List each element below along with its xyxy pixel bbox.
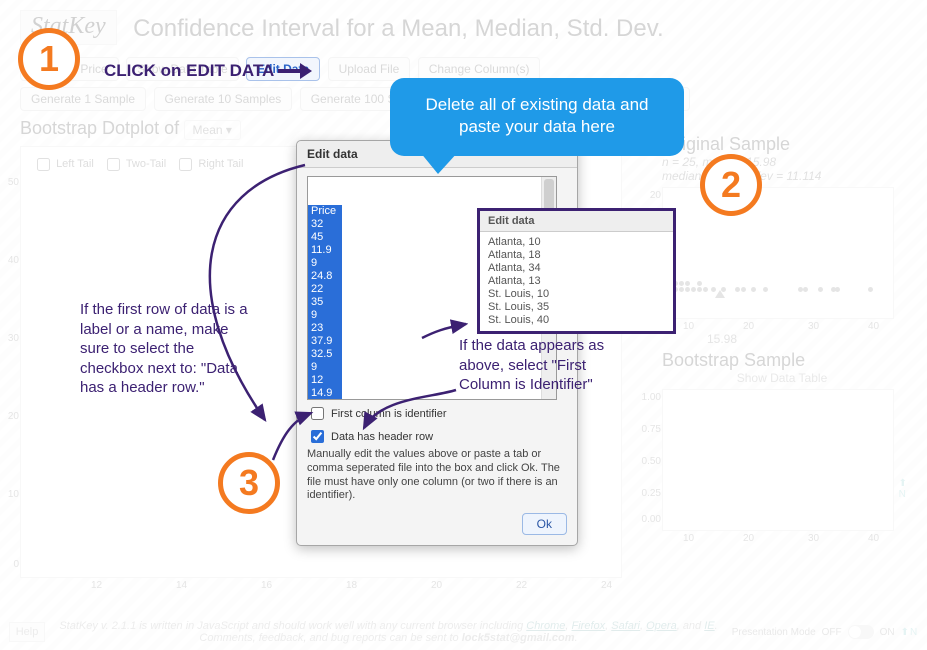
mini-dialog-data: Atlanta, 10 Atlanta, 18 Atlanta, 34 Atla…	[480, 232, 673, 331]
link-firefox[interactable]: Firefox	[572, 620, 606, 632]
annotation-header-row: If the first row of data is a label or a…	[80, 300, 260, 398]
original-sample-section: Original Sample n = 25, mean = 15.98 med…	[662, 134, 902, 319]
upload-file-button[interactable]: Upload File	[328, 57, 411, 81]
dotplot-title: Bootstrap Dotplot of	[20, 118, 179, 138]
mean-marker-label: 15.98	[707, 332, 737, 346]
two-tail-checkbox[interactable]: Two-Tail	[103, 158, 166, 170]
xtick: 30	[808, 533, 819, 544]
step-2-circle: 2	[700, 154, 762, 216]
xtick: 10	[683, 321, 694, 332]
ytick: 0.00	[635, 514, 661, 525]
ytick: 0.25	[635, 488, 661, 499]
bootstrap-sample-title: Bootstrap Sample	[662, 350, 902, 371]
ytick: 30	[3, 333, 19, 344]
xtick: 12	[91, 580, 102, 591]
presentation-mode-toggle[interactable]	[848, 625, 874, 639]
dialog-instructions: Manually edit the values above or paste …	[307, 448, 567, 503]
speech-bubble: Delete all of existing data and paste yo…	[390, 78, 684, 156]
bootstrap-sample-section: Bootstrap Sample Show Data Table 1.00 0.…	[662, 350, 902, 531]
xtick: 20	[743, 321, 754, 332]
bootstrap-show-data[interactable]: Show Data Table	[662, 371, 902, 385]
help-button[interactable]: Help	[9, 622, 46, 642]
xtick: 20	[431, 580, 442, 591]
original-stats1: n = 25, mean = 15.98	[662, 155, 902, 169]
left-tail-checkbox[interactable]: Left Tail	[33, 158, 94, 170]
gen1-button[interactable]: Generate 1 Sample	[20, 87, 146, 111]
gen10-button[interactable]: Generate 10 Samples	[154, 87, 293, 111]
ytick: 0	[3, 559, 19, 570]
presentation-mode-label: Presentation Mode	[732, 627, 816, 638]
ytick: 40	[3, 255, 19, 266]
xtick: 20	[743, 533, 754, 544]
ytick: 0.75	[635, 424, 661, 435]
footer: Help StatKey v. 2.1.1 is written in Java…	[0, 620, 927, 644]
compass-icon: ⬆N	[901, 627, 919, 638]
annotation-click-edit: CLICK on EDIT DATA	[104, 60, 312, 82]
ok-button[interactable]: Ok	[522, 513, 567, 535]
ytick: 50	[3, 177, 19, 188]
dotplot-stat-select[interactable]: Mean ▾	[184, 120, 241, 140]
page-title: Confidence Interval for a Mean, Median, …	[133, 15, 664, 43]
ytick: 20	[645, 190, 661, 201]
original-plot: 20 15 10 5 10 20 30 40 15.98	[662, 187, 894, 319]
original-title: Original Sample	[662, 134, 902, 155]
ytick: 20	[3, 411, 19, 422]
header: StatKey Confidence Interval for a Mean, …	[20, 10, 907, 45]
xtick: 40	[868, 321, 879, 332]
xtick: 24	[601, 580, 612, 591]
original-stats2: median = 11.9, stdev = 11.114	[662, 169, 902, 183]
bootstrap-sample-plot: 1.00 0.75 0.50 0.25 0.00 10 20 30 40	[662, 389, 894, 531]
link-chrome[interactable]: Chrome	[526, 620, 565, 632]
link-opera[interactable]: Opera	[646, 620, 677, 632]
step-3-circle: 3	[218, 452, 280, 514]
arrow-right-icon	[278, 61, 312, 81]
xtick: 10	[683, 533, 694, 544]
xtick: 14	[176, 580, 187, 591]
mini-dialog-header: Edit data	[480, 211, 673, 232]
xtick: 18	[346, 580, 357, 591]
step-1-circle: 1	[18, 28, 80, 90]
xtick: 16	[261, 580, 272, 591]
example-edit-data-dialog: Edit data Atlanta, 10 Atlanta, 18 Atlant…	[477, 208, 676, 334]
xtick: 30	[808, 321, 819, 332]
ytick: 1.00	[635, 392, 661, 403]
link-ie[interactable]: IE	[704, 620, 714, 632]
xtick: 22	[516, 580, 527, 591]
ytick: 10	[3, 489, 19, 500]
compass-icon: ⬆N	[899, 478, 908, 500]
arrow-to-identifier-checkbox	[360, 388, 460, 438]
arrow-to-header-checkbox	[268, 405, 328, 465]
xtick: 40	[868, 533, 879, 544]
ytick: 0.50	[635, 456, 661, 467]
link-safari[interactable]: Safari	[611, 620, 640, 632]
annotation-identifier: If the data appears as above, select "Fi…	[459, 336, 626, 395]
